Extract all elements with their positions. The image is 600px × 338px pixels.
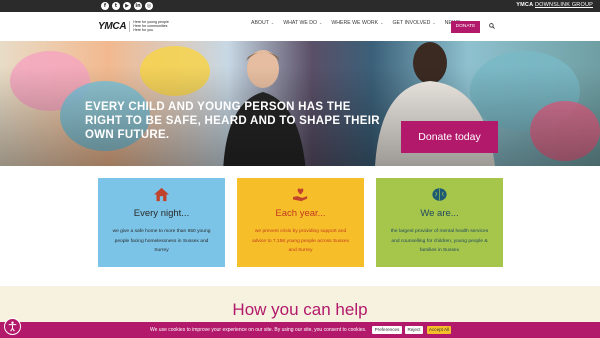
nav-about[interactable]: ABOUT ⌄ [251,20,274,26]
chevron-down-icon: ⌄ [270,20,275,25]
stat-card-each-year[interactable]: Each year... we prevent crisis by provid… [237,178,364,267]
chevron-down-icon: ⌄ [380,20,384,25]
stats-section: Every night... we give a safe home to mo… [0,166,600,286]
donate-button[interactable]: DONATE [451,21,480,33]
nav-what-we-do[interactable]: WHAT WE DO ⌄ [283,20,322,26]
card-title: We are... [420,208,459,219]
site-header: YMCA Here for young people Here for comm… [0,12,600,41]
chevron-down-icon: ⌄ [319,20,323,25]
search-icon[interactable] [489,23,495,29]
donate-today-button[interactable]: Donate today [401,121,498,153]
cookie-message: We use cookies to improve your experienc… [150,327,367,333]
nav-where-we-work[interactable]: WHERE WE WORK ⌄ [331,20,383,26]
card-title: Each year... [275,208,326,219]
hand-heart-icon [293,188,308,202]
top-bar: f t ▶ in ◎ YMCA DOWNSLINK GROUP [0,0,600,12]
brain-icon [432,188,447,201]
nav-get-involved[interactable]: GET INVOLVED ⌄ [392,20,435,26]
card-body: we prevent crisis by providing support a… [251,229,350,253]
downslink-group-link[interactable]: YMCA DOWNSLINK GROUP [516,2,593,8]
cookie-preferences-button[interactable]: Preferences [372,326,402,334]
social-links: f t ▶ in ◎ [101,2,153,10]
card-body: the largest provider of mental health se… [390,229,489,253]
cookie-banner: We use cookies to improve your experienc… [0,322,600,338]
chevron-down-icon: ⌄ [432,20,436,25]
instagram-icon[interactable]: ◎ [145,2,153,10]
linkedin-icon[interactable]: in [134,2,142,10]
youtube-icon[interactable]: ▶ [123,2,131,10]
stat-card-every-night[interactable]: Every night... we give a safe home to mo… [98,178,225,267]
logo-divider [129,20,131,32]
cookie-reject-button[interactable]: Reject [405,326,423,334]
help-heading: How you can help [232,300,368,319]
hero-headline: EVERY CHILD AND YOUNG PERSON HAS THE RIG… [85,101,380,141]
twitter-icon[interactable]: t [112,2,120,10]
card-body: we give a safe home to more than 650 you… [112,229,211,253]
card-title: Every night... [133,208,190,219]
logo-wordmark: YMCA [98,20,127,32]
facebook-icon[interactable]: f [101,2,109,10]
cookie-accept-button[interactable]: Accept All [427,326,451,334]
ymca-logo[interactable]: YMCA Here for young people Here for comm… [98,20,169,32]
main-nav: ABOUT ⌄ WHAT WE DO ⌄ WHERE WE WORK ⌄ GET IN… [251,20,475,26]
accessibility-icon[interactable] [4,318,21,335]
stat-card-we-are[interactable]: We are... the largest provider of mental… [376,178,503,267]
house-icon [154,187,169,202]
logo-tagline: Here for young people Here for communiti… [133,20,169,32]
